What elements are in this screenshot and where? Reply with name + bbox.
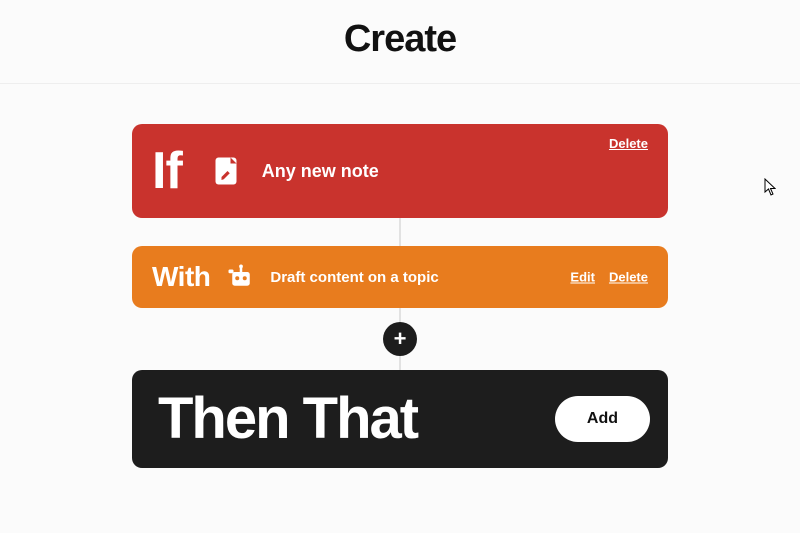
with-edit-link[interactable]: Edit [570,270,595,285]
with-card[interactable]: With Draft content on a topic Edit Delet… [132,246,668,308]
with-keyword: With [152,261,210,293]
if-trigger-label: Any new note [262,161,379,182]
connector [399,308,401,322]
add-step-button[interactable]: + [383,322,417,356]
then-add-button[interactable]: Add [555,396,650,442]
page-title: Create [0,18,800,61]
mouse-cursor-icon [764,178,776,196]
plus-icon: + [394,328,407,350]
then-card[interactable]: Then That Add [132,370,668,468]
then-keyword: Then That [158,390,417,448]
page-header: Create [0,0,800,84]
with-actions: Edit Delete [570,270,648,285]
if-actions: Delete [609,136,648,151]
ai-bot-icon [224,260,258,294]
if-keyword: If [152,141,182,201]
with-trigger-label: Draft content on a topic [270,269,438,286]
flow-canvas: If Any new note Delete With D [132,84,668,468]
if-card[interactable]: If Any new note Delete [132,124,668,218]
if-delete-link[interactable]: Delete [609,136,648,151]
connector [399,356,401,370]
with-delete-link[interactable]: Delete [609,270,648,285]
connector [399,218,401,246]
note-icon [206,151,246,191]
